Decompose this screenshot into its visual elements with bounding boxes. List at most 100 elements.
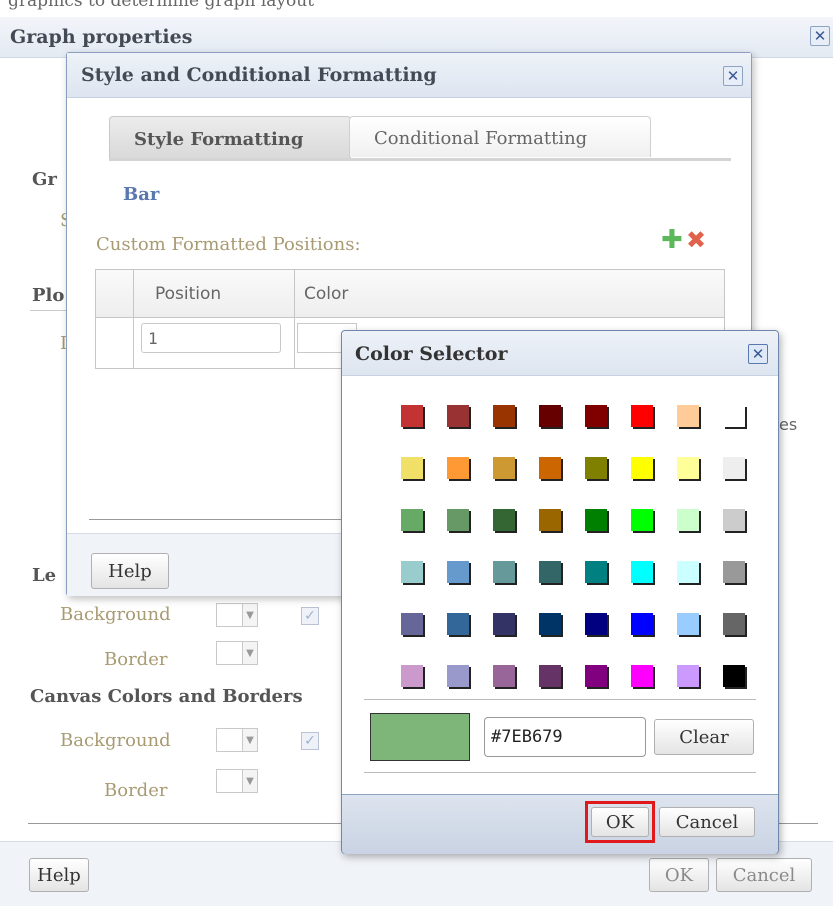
color-swatch[interactable]	[493, 665, 515, 687]
color-swatch[interactable]	[539, 509, 561, 531]
style-dialog-titlebar: Style and Conditional Formatting ✕	[67, 53, 751, 98]
graph-ok-button[interactable]: OK	[649, 858, 709, 892]
canvas-background-checkbox[interactable]: ✓	[301, 732, 319, 750]
custom-positions-label: Custom Formatted Positions:	[96, 234, 361, 255]
color-swatch[interactable]	[493, 613, 515, 635]
color-selector-titlebar: Color Selector ✕	[342, 331, 778, 376]
divider-line	[30, 310, 70, 311]
section-bar-label: Bar	[123, 184, 160, 205]
color-selector-title: Color Selector	[355, 343, 508, 365]
chevron-down-icon: ▼	[242, 604, 257, 626]
color-ok-button[interactable]: OK	[591, 807, 649, 837]
style-help-button[interactable]: Help	[91, 553, 169, 589]
color-preview-swatch	[370, 713, 470, 761]
color-swatch[interactable]	[677, 561, 699, 583]
graph-cancel-button[interactable]: Cancel	[716, 858, 812, 892]
color-swatch[interactable]	[677, 457, 699, 479]
color-swatch[interactable]	[723, 509, 745, 531]
graph-properties-title: Graph properties	[10, 26, 193, 48]
partial-label-plo: Plo	[32, 285, 65, 306]
color-swatch[interactable]	[447, 457, 469, 479]
color-selector-dialog: Color Selector ✕ Clear OK Cancel	[341, 330, 779, 854]
color-swatch[interactable]	[677, 613, 699, 635]
column-header-position: Position	[155, 284, 222, 304]
col-divider	[294, 270, 295, 368]
palette-divider-2	[364, 772, 756, 773]
color-swatch[interactable]	[539, 613, 561, 635]
color-swatch[interactable]	[723, 665, 745, 687]
canvas-border-dropdown[interactable]: ▼	[216, 769, 258, 793]
color-swatch[interactable]	[401, 613, 423, 635]
color-swatch[interactable]	[401, 509, 423, 531]
delete-x-icon[interactable]: ✖	[686, 228, 706, 252]
hex-color-input[interactable]	[484, 717, 646, 757]
column-header-color: Color	[304, 284, 349, 304]
chevron-down-icon: ▼	[242, 642, 257, 664]
color-swatch[interactable]	[539, 665, 561, 687]
color-swatch[interactable]	[401, 457, 423, 479]
color-swatch[interactable]	[585, 561, 607, 583]
color-cancel-button[interactable]: Cancel	[659, 807, 755, 837]
color-swatch[interactable]	[401, 665, 423, 687]
color-swatch[interactable]	[677, 665, 699, 687]
color-palette	[342, 375, 778, 695]
color-swatch[interactable]	[677, 405, 699, 427]
canvas-section-heading: Canvas Colors and Borders	[30, 686, 303, 707]
color-swatch[interactable]	[539, 405, 561, 427]
color-swatch[interactable]	[723, 561, 745, 583]
color-swatch[interactable]	[585, 457, 607, 479]
plus-icon[interactable]: ✚	[661, 227, 683, 253]
color-swatch[interactable]	[631, 561, 653, 583]
color-swatch[interactable]	[447, 561, 469, 583]
color-swatch[interactable]	[631, 665, 653, 687]
legend-border-label: Border	[104, 649, 168, 670]
legend-background-dropdown[interactable]: ▼	[216, 603, 258, 627]
color-swatch[interactable]	[631, 405, 653, 427]
color-swatch[interactable]	[539, 561, 561, 583]
chevron-down-icon: ▼	[242, 770, 257, 792]
tab-style-formatting[interactable]: Style Formatting	[109, 116, 351, 159]
canvas-border-label: Border	[104, 780, 168, 801]
color-swatch[interactable]	[539, 457, 561, 479]
legend-background-label: Background	[60, 604, 171, 625]
color-swatch[interactable]	[631, 509, 653, 531]
clear-color-button[interactable]: Clear	[654, 719, 754, 755]
color-swatch[interactable]	[401, 405, 423, 427]
color-swatch[interactable]	[723, 613, 745, 635]
tab-underline	[109, 158, 731, 161]
partial-label-es: es	[779, 415, 798, 434]
chevron-down-icon: ▼	[242, 729, 257, 751]
canvas-background-dropdown[interactable]: ▼	[216, 728, 258, 752]
color-swatch[interactable]	[401, 561, 423, 583]
color-swatch[interactable]	[585, 509, 607, 531]
color-swatch[interactable]	[585, 613, 607, 635]
partial-label-gr: Gr	[32, 169, 57, 190]
color-swatch[interactable]	[493, 457, 515, 479]
color-swatch[interactable]	[723, 405, 745, 427]
position-input[interactable]	[141, 323, 281, 353]
color-swatch[interactable]	[447, 665, 469, 687]
legend-border-dropdown[interactable]: ▼	[216, 641, 258, 665]
color-swatch[interactable]	[585, 405, 607, 427]
color-swatch[interactable]	[677, 509, 699, 531]
color-swatch[interactable]	[493, 561, 515, 583]
color-swatch[interactable]	[447, 509, 469, 531]
color-selector-close-icon[interactable]: ✕	[748, 344, 768, 364]
color-swatch[interactable]	[631, 613, 653, 635]
palette-divider	[364, 699, 756, 700]
color-swatch[interactable]	[631, 457, 653, 479]
style-dialog-title: Style and Conditional Formatting	[81, 64, 437, 86]
graph-help-button[interactable]: Help	[29, 858, 89, 892]
color-swatch[interactable]	[585, 665, 607, 687]
canvas-background-label: Background	[60, 730, 171, 751]
legend-background-checkbox[interactable]: ✓	[301, 607, 319, 625]
color-swatch[interactable]	[447, 405, 469, 427]
tab-conditional-formatting[interactable]: Conditional Formatting	[349, 116, 651, 157]
color-swatch[interactable]	[493, 509, 515, 531]
color-swatch[interactable]	[447, 613, 469, 635]
style-dialog-close-icon[interactable]: ✕	[723, 66, 743, 86]
color-swatch[interactable]	[493, 405, 515, 427]
color-swatch[interactable]	[723, 457, 745, 479]
partial-label-le: Le	[32, 565, 57, 586]
graph-properties-close-icon[interactable]: ✕	[810, 26, 830, 46]
